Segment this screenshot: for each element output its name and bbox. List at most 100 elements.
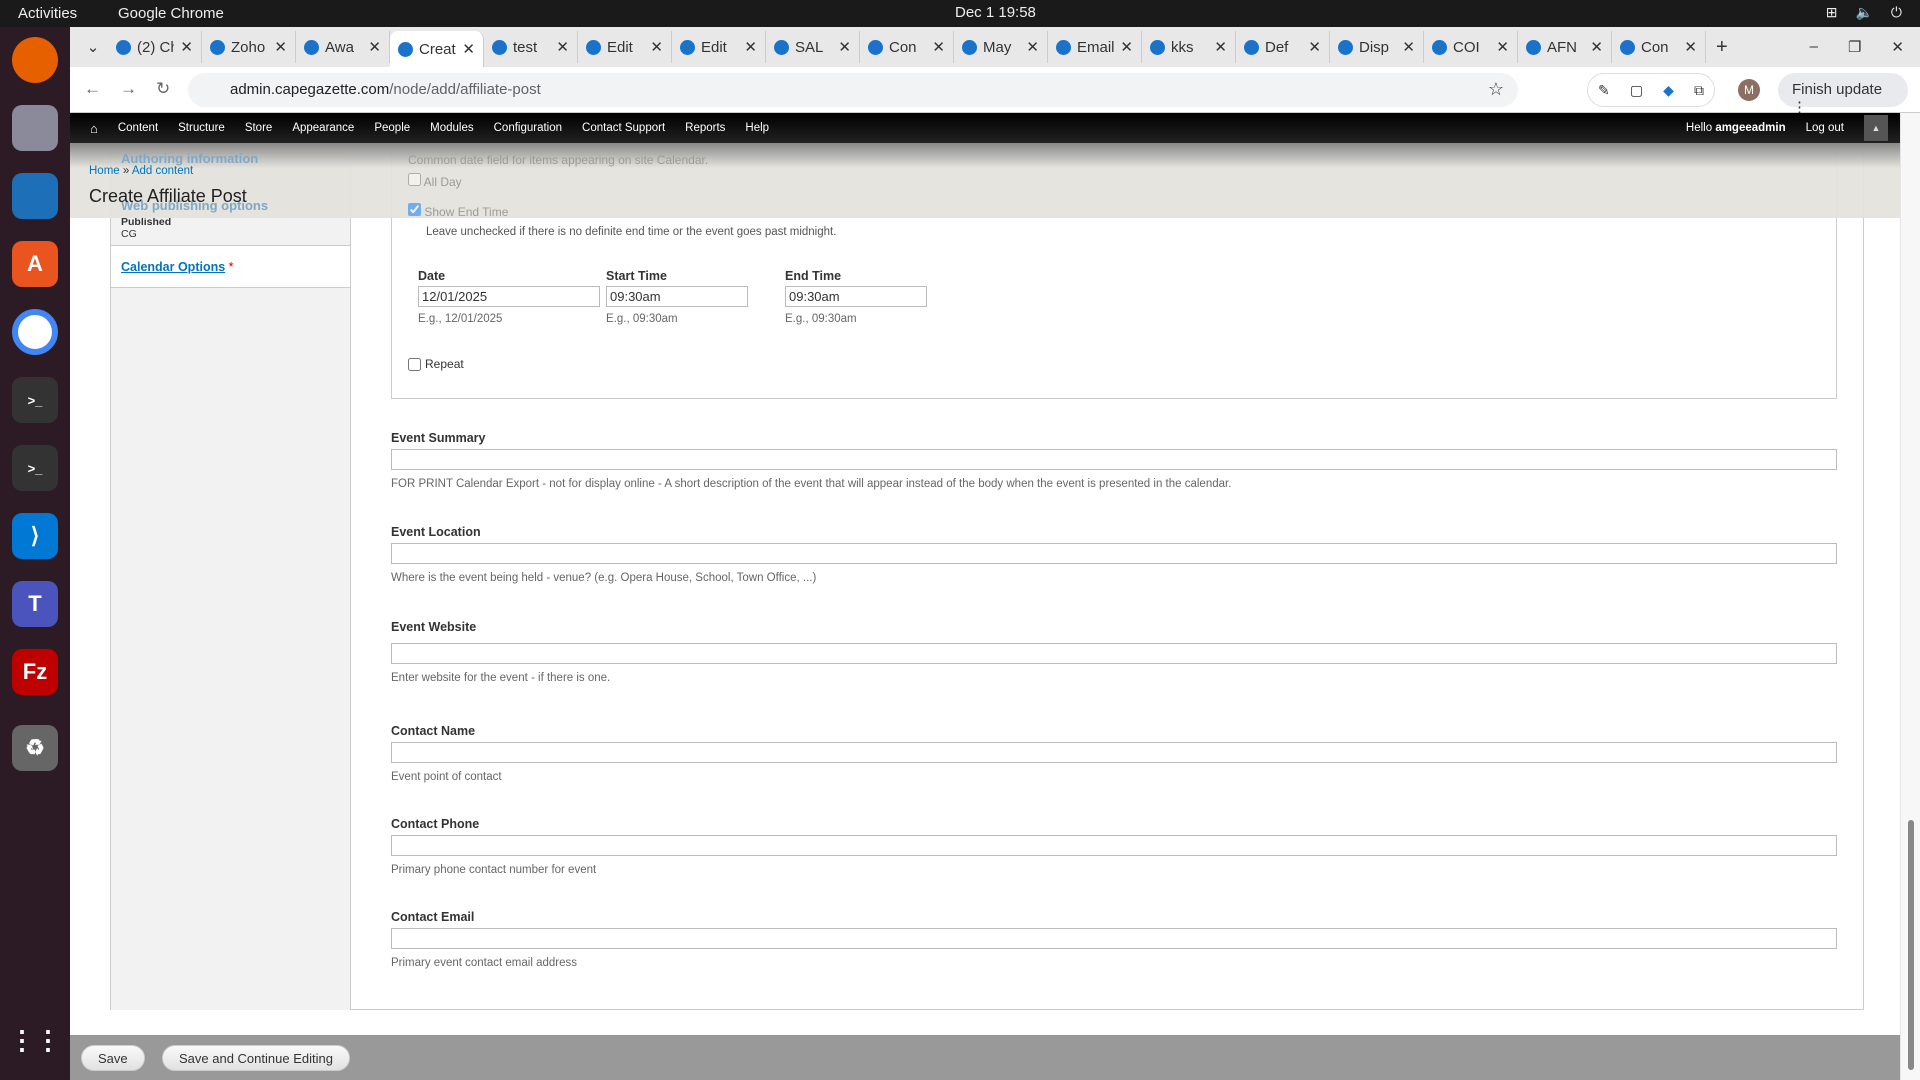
profile-avatar[interactable]: M [1738,79,1760,101]
close-tab-icon[interactable]: ✕ [274,38,287,56]
save-continue-button[interactable]: Save and Continue Editing [162,1045,350,1071]
tab-search-icon[interactable]: ⌄ [78,38,108,56]
minimize-button[interactable]: – [1810,38,1818,56]
username[interactable]: amgeeadmin [1715,122,1785,134]
close-tab-icon[interactable]: ✕ [1214,38,1227,56]
puzzle-icon[interactable]: ⧉ [1694,82,1704,99]
reload-button[interactable]: ↻ [156,79,170,99]
drupal-extension-icon[interactable]: ◆ [1663,82,1674,99]
close-tab-icon[interactable]: ✕ [1120,38,1133,56]
close-tab-icon[interactable]: ✕ [1026,38,1039,56]
terminal-icon[interactable]: >_ [12,445,58,491]
browser-tab[interactable]: Con ✕ [860,31,954,63]
toolbar-item-modules[interactable]: Modules [430,122,473,134]
show-end-time-checkbox[interactable]: Show End Time [408,203,508,219]
breadcrumb-add-content[interactable]: Add content [132,165,193,177]
toolbar-item-content[interactable]: Content [118,122,158,134]
all-day-input[interactable] [408,173,421,186]
close-tab-icon[interactable]: ✕ [1684,38,1697,56]
browser-tab[interactable]: Con ✕ [1612,31,1706,63]
toolbar-toggle-button[interactable]: ▲ [1864,115,1888,141]
close-tab-icon[interactable]: ✕ [1402,38,1415,56]
toolbar-item-store[interactable]: Store [245,122,273,134]
home-icon[interactable]: ⌂ [90,121,98,136]
bookmark-star-icon[interactable]: ☆ [1488,79,1504,100]
toolbar-item-contact-support[interactable]: Contact Support [582,122,665,134]
teams-icon[interactable]: T [12,581,58,627]
toolbar-item-reports[interactable]: Reports [685,122,725,134]
start-time-input[interactable] [606,286,748,307]
browser-tab[interactable]: test ✕ [484,31,578,63]
forward-button[interactable]: → [120,79,137,99]
browser-tab[interactable]: COI ✕ [1424,31,1518,63]
field-input[interactable] [391,742,1837,763]
close-tab-icon[interactable]: ✕ [556,38,569,56]
browser-tab[interactable]: Awa ✕ [296,31,390,63]
field-input[interactable] [391,928,1837,949]
finish-update-button[interactable]: Finish update ⋮ [1778,73,1908,116]
firefox-icon[interactable] [12,37,58,83]
close-window-button[interactable]: ✕ [1891,38,1904,56]
browser-tab[interactable]: Zoho ✕ [202,31,296,63]
browser-tab[interactable]: Def ✕ [1236,31,1330,63]
browser-tab[interactable]: SAL ✕ [766,31,860,63]
writer-icon[interactable] [12,173,58,219]
close-tab-icon[interactable]: ✕ [368,38,381,56]
close-tab-icon[interactable]: ✕ [932,38,945,56]
close-tab-icon[interactable]: ✕ [1308,38,1321,56]
authoring-tab[interactable]: Authoring information [121,151,258,166]
date-input[interactable] [418,286,600,307]
browser-tab[interactable]: Edit ✕ [672,31,766,63]
filezilla-icon[interactable]: Fz [12,649,58,695]
eyedropper-icon[interactable]: ✎ [1598,82,1610,99]
close-tab-icon[interactable]: ✕ [180,38,193,56]
toolbar-item-help[interactable]: Help [745,122,769,134]
activities-button[interactable]: Activities [18,5,77,22]
all-day-checkbox[interactable]: All Day [408,173,462,189]
field-input[interactable] [391,835,1837,856]
show-end-time-input[interactable] [408,203,421,216]
toolbar-item-structure[interactable]: Structure [178,122,225,134]
toolbar-item-people[interactable]: People [374,122,410,134]
browser-tab[interactable]: Email ✕ [1048,31,1142,63]
terminal-icon[interactable]: >_ [12,377,58,423]
breadcrumb-home[interactable]: Home [89,165,120,177]
browser-tab[interactable]: (2) Chat ✕ [108,31,202,63]
app-grid-icon[interactable]: ⋮⋮ [9,1017,61,1063]
trash-icon[interactable]: ♻ [12,725,58,771]
close-tab-icon[interactable]: ✕ [462,40,475,58]
system-tray[interactable]: ⊞ 🔈 ⏻ [1826,4,1902,21]
new-tab-button[interactable]: + [1716,36,1728,59]
browser-tab[interactable]: May ✕ [954,31,1048,63]
close-tab-icon[interactable]: ✕ [838,38,851,56]
extension-icon[interactable]: ▢ [1630,82,1643,99]
close-tab-icon[interactable]: ✕ [650,38,663,56]
vscode-icon[interactable]: ⟩ [12,513,58,559]
calendar-options-link[interactable]: Calendar Options [121,260,225,274]
scrollbar-thumb[interactable] [1908,820,1914,1070]
app-menu[interactable]: Google Chrome [118,5,224,22]
files-icon[interactable] [12,105,58,151]
url-input[interactable]: admin.capegazette.com/node/add/affiliate… [188,73,1518,107]
toolbar-item-configuration[interactable]: Configuration [494,122,562,134]
close-tab-icon[interactable]: ✕ [1496,38,1509,56]
field-input[interactable] [391,543,1837,564]
chrome-icon[interactable] [12,309,58,355]
repeat-checkbox[interactable]: Repeat [408,357,464,371]
browser-tab[interactable]: kks ✕ [1142,31,1236,63]
field-input[interactable] [391,449,1837,470]
clock[interactable]: Dec 1 19:58 [955,4,1036,21]
browser-tab[interactable]: Disp ✕ [1330,31,1424,63]
end-time-input[interactable] [785,286,927,307]
close-tab-icon[interactable]: ✕ [1590,38,1603,56]
maximize-button[interactable]: ❐ [1848,38,1861,56]
save-button[interactable]: Save [81,1045,145,1071]
calendar-options-tab[interactable]: Calendar Options * [111,245,350,288]
browser-tab[interactable]: Create ✕ [390,31,484,67]
toolbar-item-appearance[interactable]: Appearance [292,122,354,134]
repeat-input[interactable] [408,357,421,371]
browser-tab[interactable]: AFN ✕ [1518,31,1612,63]
back-button[interactable]: ← [84,79,101,99]
app-center-icon[interactable]: A [12,241,58,287]
browser-tab[interactable]: Edit ✕ [578,31,672,63]
